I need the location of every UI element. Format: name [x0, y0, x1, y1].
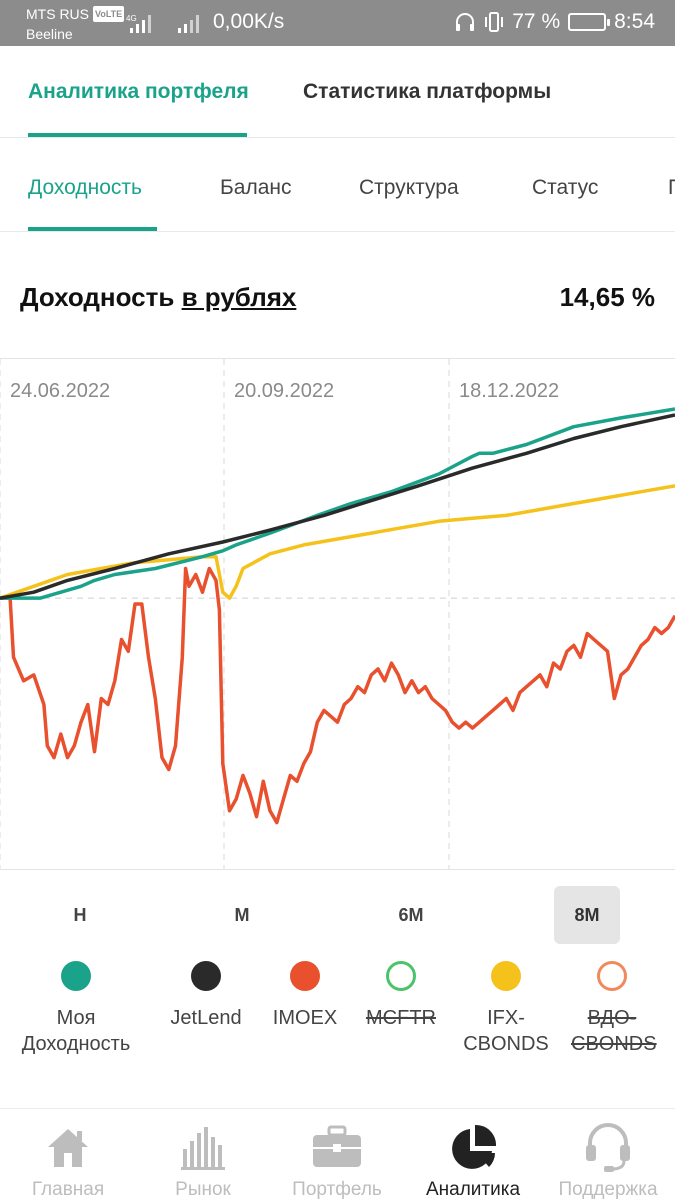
tab-structure[interactable]: Структура	[359, 176, 459, 200]
nav-market[interactable]: Рынок	[138, 1109, 268, 1200]
vibrate-icon	[485, 12, 504, 32]
tab-status[interactable]: Статус	[532, 176, 598, 200]
currency-selector-link[interactable]: в рублях	[182, 282, 297, 312]
status-right: 77 % 8:54	[454, 10, 655, 34]
nav-label: Рынок	[175, 1179, 231, 1200]
headphones-icon	[456, 13, 475, 31]
top-tab-indicator	[28, 133, 247, 137]
bottom-nav: Главная Рынок Портфель Аналитика Поддерж…	[0, 1108, 675, 1200]
legend-label: Моя Доходность	[21, 1007, 131, 1055]
nav-label: Аналитика	[425, 1179, 521, 1200]
top-tabs: Аналитика портфеля Статистика платформы	[0, 46, 675, 138]
period-selector: Н М 6М 8М	[0, 886, 675, 946]
period-6m[interactable]: 6М	[378, 886, 444, 944]
sub-tabs: Доходность Баланс Структура Статус П	[0, 138, 675, 232]
legend-label: ВДО-CBONDS	[571, 1007, 657, 1055]
returns-chart[interactable]: 24.06.2022 20.09.2022 18.12.2022	[0, 358, 675, 870]
legend-dot	[61, 961, 91, 991]
section-title-prefix: Доходность	[20, 282, 175, 312]
legend-dot	[386, 961, 416, 991]
tab-platform-stats[interactable]: Статистика платформы	[303, 80, 551, 104]
network-type: 4G	[126, 14, 137, 23]
legend-dot	[191, 961, 221, 991]
returns-value: 14,65 %	[559, 282, 655, 312]
volte-badge: VoLTE	[93, 6, 125, 22]
tab-overflow[interactable]: П	[668, 176, 675, 200]
battery-percent: 77 %	[512, 10, 561, 33]
nav-support[interactable]: Поддержка	[543, 1109, 673, 1200]
nav-home[interactable]: Главная	[3, 1109, 133, 1200]
tab-balance[interactable]: Баланс	[220, 176, 292, 200]
legend-dot	[491, 961, 521, 991]
returns-header: Доходность в рублях 14,65 %	[0, 232, 675, 358]
x-tick-label-0: 24.06.2022	[10, 380, 110, 402]
chart-svg: 24.06.2022 20.09.2022 18.12.2022	[0, 359, 675, 869]
operator-line: MTS RUS VoLTE	[26, 6, 125, 22]
tab-portfolio-analytics[interactable]: Аналитика портфеля	[28, 80, 249, 104]
clock: 8:54	[614, 10, 655, 33]
period-8m[interactable]: 8М	[554, 886, 620, 944]
tab-returns[interactable]: Доходность	[28, 176, 142, 200]
briefcase-icon	[313, 1125, 361, 1167]
legend-dot	[290, 961, 320, 991]
period-month[interactable]: М	[209, 886, 275, 944]
headset-icon	[586, 1123, 630, 1172]
sub-tab-indicator	[28, 227, 157, 231]
home-icon	[48, 1129, 88, 1167]
operator-primary: MTS RUS	[26, 6, 89, 22]
nav-label: Главная	[31, 1179, 105, 1200]
nav-analytics[interactable]: Аналитика	[408, 1109, 538, 1200]
period-week[interactable]: Н	[47, 886, 113, 944]
x-tick-label-1: 20.09.2022	[234, 380, 334, 402]
nav-label: Портфель	[292, 1179, 382, 1200]
signal-icon-2	[178, 15, 199, 33]
battery-icon	[568, 13, 611, 31]
status-bar: MTS RUS VoLTE Beeline 4G 0,00K/s 77 % 8:5…	[0, 0, 675, 46]
legend-my-returns[interactable]: Моя Доходность	[11, 958, 141, 1057]
pie-chart-icon	[452, 1124, 497, 1169]
chart-legend: Моя Доходность JetLend IMOEX MCFTR IFX-C…	[0, 958, 675, 1068]
nav-label: Поддержка	[558, 1179, 658, 1200]
x-tick-label-2: 18.12.2022	[459, 380, 559, 402]
market-icon	[181, 1127, 225, 1170]
legend-vdo-cbonds[interactable]: ВДО-CBONDS	[547, 958, 675, 1057]
network-speed: 0,00K/s	[213, 10, 285, 33]
legend-dot	[597, 961, 627, 991]
series-line-ifx-cbonds	[0, 484, 675, 600]
section-title: Доходность в рублях	[20, 282, 296, 313]
series-line-imoex	[0, 566, 675, 825]
operator-secondary: Beeline	[26, 26, 73, 42]
signal-icon: 4G	[126, 14, 151, 33]
nav-portfolio[interactable]: Портфель	[272, 1109, 402, 1200]
